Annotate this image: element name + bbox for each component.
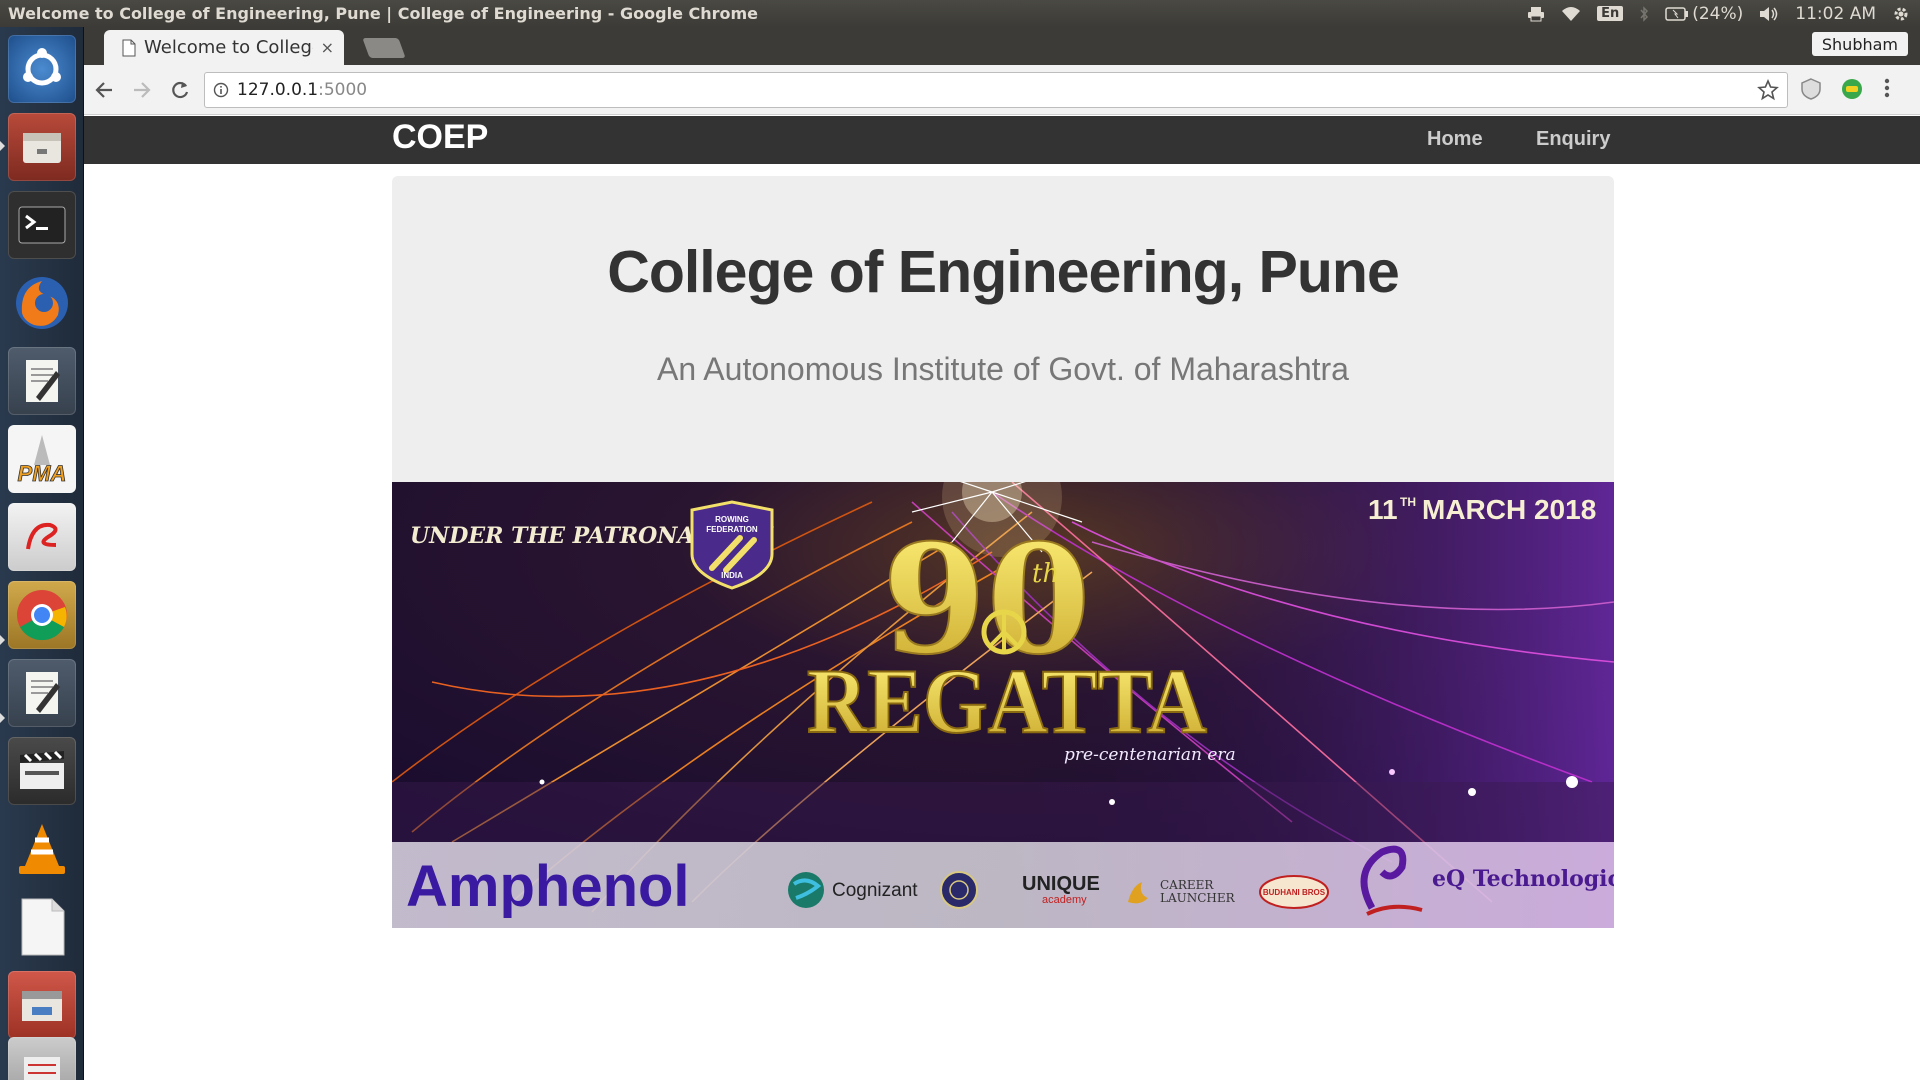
svg-text:CAREER: CAREER: [1160, 878, 1214, 892]
url-host: 127.0.0.1: [237, 80, 319, 100]
launcher-archive-icon[interactable]: [8, 1037, 76, 1080]
seal-emblem-icon: [940, 871, 978, 909]
window-title: Welcome to College of Engineering, Pune …: [8, 4, 759, 23]
nav-home-link[interactable]: Home: [1427, 128, 1483, 151]
session-gear-icon[interactable]: [1892, 5, 1910, 23]
svg-text:TH: TH: [1400, 495, 1416, 509]
tab-title: Welcome to College of Engineering, Pune …: [144, 37, 313, 58]
battery-icon: [1665, 6, 1689, 21]
svg-text:PMA: PMA: [18, 461, 67, 486]
launcher-firefox-icon[interactable]: [8, 269, 76, 337]
cognizant-globe-icon: [788, 872, 824, 908]
page-heading: College of Engineering, Pune: [607, 239, 1400, 305]
battery-percent: (24%): [1692, 3, 1744, 24]
launcher-terminal-icon[interactable]: [8, 191, 76, 259]
sponsor-amphenol: Amphenol: [406, 854, 690, 919]
extension-shield-icon[interactable]: [1800, 77, 1822, 105]
launcher-libreoffice-icon[interactable]: [8, 893, 76, 961]
volume-icon[interactable]: [1759, 6, 1779, 22]
nav-enquiry-link[interactable]: Enquiry: [1536, 128, 1610, 151]
svg-text:th: th: [1032, 559, 1059, 589]
svg-text:academy: academy: [1042, 894, 1087, 906]
printer-icon[interactable]: [1527, 6, 1545, 22]
page-viewport: COEP Home Enquiry College of Engineering…: [84, 116, 1920, 1080]
address-bar[interactable]: 127.0.0.1:5000: [204, 72, 1788, 108]
tab-close-icon[interactable]: ×: [321, 38, 334, 57]
clock[interactable]: 11:02 AM: [1795, 4, 1876, 24]
site-info-icon[interactable]: [213, 82, 229, 98]
forward-arrow-icon: [134, 81, 151, 98]
svg-text:FEDERATION: FEDERATION: [706, 525, 758, 534]
launcher-gedit-icon[interactable]: [8, 659, 76, 727]
bluetooth-icon[interactable]: [1639, 5, 1649, 22]
launcher-phpmyadmin-icon[interactable]: PMA: [8, 425, 76, 493]
svg-text:11: 11: [1368, 494, 1398, 525]
river-water: [392, 782, 1614, 842]
reload-icon: [172, 81, 189, 98]
launcher-running-pip: [0, 713, 5, 723]
wifi-icon[interactable]: [1561, 6, 1581, 22]
svg-text:INDIA: INDIA: [721, 571, 743, 580]
regatta-wordmark: REGATTA: [807, 650, 1207, 752]
svg-text:BUDHANI BROS: BUDHANI BROS: [1263, 888, 1326, 897]
browser-tab[interactable]: Welcome to College of Engineering, Pune …: [104, 30, 344, 65]
svg-text:UNIQUE: UNIQUE: [1022, 873, 1100, 895]
tab-strip: Welcome to College of Engineering, Pune …: [84, 27, 1920, 65]
keyboard-layout-indicator[interactable]: En: [1597, 6, 1624, 21]
regatta-tagline: pre-centenarian era: [1064, 745, 1236, 765]
unity-launcher: PMA: [0, 27, 84, 1080]
launcher-chrome-icon[interactable]: [8, 581, 76, 649]
browser-toolbar: 127.0.0.1:5000: [84, 65, 1920, 115]
svg-text:LAUNCHER: LAUNCHER: [1160, 891, 1236, 905]
bookmark-star-icon[interactable]: [1757, 78, 1779, 106]
launcher-running-pip: [0, 635, 5, 645]
back-button[interactable]: [86, 72, 122, 108]
extension-green-icon[interactable]: [1840, 77, 1864, 105]
new-tab-button[interactable]: [362, 38, 406, 58]
regatta-banner-image: UNDER THE PATRONAGE OF ROWING FEDERATION…: [392, 482, 1614, 928]
svg-text:MARCH 2018: MARCH 2018: [1422, 494, 1596, 525]
launcher-text-editor-icon[interactable]: [8, 347, 76, 415]
top-panel: Welcome to College of Engineering, Pune …: [0, 0, 1920, 27]
back-arrow-icon: [95, 81, 112, 98]
forward-button[interactable]: [124, 72, 160, 108]
launcher-ubuntu-dash-icon[interactable]: [8, 35, 76, 103]
sponsor-seal: [940, 871, 978, 909]
svg-text:eQ Technologic: eQ Technologic: [1432, 866, 1614, 892]
reload-button[interactable]: [162, 72, 198, 108]
launcher-files-icon[interactable]: [8, 113, 76, 181]
launcher-vlc-icon[interactable]: [8, 815, 76, 883]
page-favicon-icon: [122, 39, 136, 56]
chrome-window: Welcome to College of Engineering, Pune …: [84, 27, 1920, 1080]
launcher-video-editor-icon[interactable]: [8, 737, 76, 805]
jumbotron: College of Engineering, Pune An Autonomo…: [392, 176, 1614, 482]
rowing-federation-badge: ROWING FEDERATION INDIA: [690, 500, 774, 590]
launcher-running-pip: [0, 141, 5, 151]
svg-text:Cognizant: Cognizant: [832, 880, 918, 901]
sponsor-budhani-bros: BUDHANI BROS: [1259, 875, 1329, 909]
launcher-file-manager-icon[interactable]: [8, 971, 76, 1039]
page-subheading: An Autonomous Institute of Govt. of Maha…: [657, 351, 1349, 387]
system-tray: En (24%) 11:02 AM: [1527, 4, 1920, 24]
profile-button[interactable]: Shubham: [1811, 32, 1908, 56]
url-port: :5000: [318, 80, 368, 100]
site-navbar: COEP Home Enquiry: [84, 116, 1920, 164]
launcher-document-viewer-icon[interactable]: [8, 503, 76, 571]
site-brand-link[interactable]: COEP: [392, 118, 488, 157]
battery-indicator[interactable]: (24%): [1665, 4, 1743, 24]
chrome-menu-icon[interactable]: [1884, 77, 1890, 103]
svg-text:ROWING: ROWING: [715, 515, 749, 524]
